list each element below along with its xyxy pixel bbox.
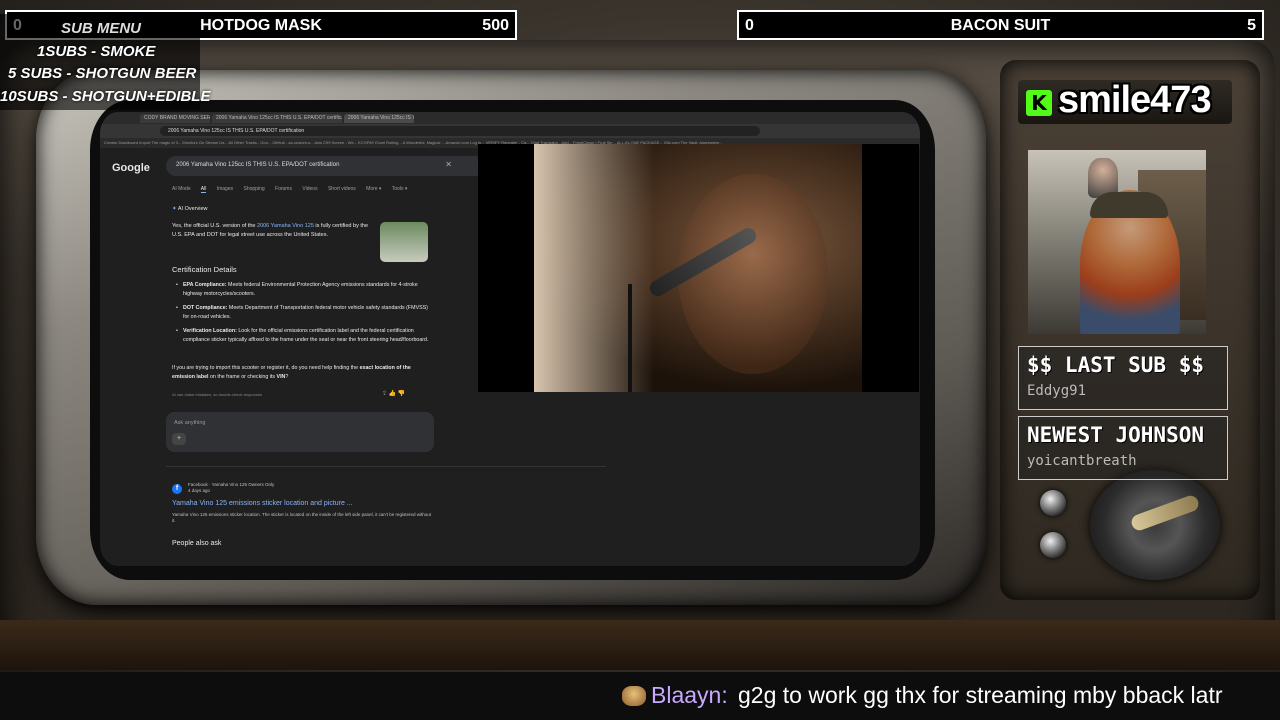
thumbs-up-icon[interactable]: 👍 xyxy=(389,391,396,397)
browser-tab[interactable]: CODY BRAND MOVING SERV... xyxy=(140,114,210,123)
ai-intro-text: Yes, the official U.S. version of the xyxy=(172,223,257,229)
google-logo[interactable]: Google xyxy=(112,162,150,174)
webcam-hat xyxy=(1090,192,1168,218)
tab-videos[interactable]: Videos xyxy=(302,186,317,192)
list-item-label: DOT Compliance: xyxy=(183,305,228,311)
scooter-thumbnail[interactable] xyxy=(380,222,428,262)
chat-username: Blaayn: xyxy=(651,682,728,708)
sub-menu-item: 10SUBS - SHOTGUN+EDIBLE xyxy=(0,88,211,105)
goal-target: 500 xyxy=(482,17,509,34)
address-bar[interactable]: 2006 Yamaha Vino 125cc IS THIS U.S. EPA/… xyxy=(160,126,760,136)
video-light xyxy=(534,144,654,392)
tab-short-videos[interactable]: Short videos xyxy=(328,186,356,192)
ai-overview-heading: ✦ AI Overview xyxy=(172,206,208,212)
sparkle-icon: ✦ xyxy=(172,206,177,212)
browser-tab-bar: CODY BRAND MOVING SERV... 2006 Yamaha Vi… xyxy=(100,112,920,124)
tab-ai-mode[interactable]: AI Mode xyxy=(172,186,191,192)
list-item: Verification Location: Look for the offi… xyxy=(176,327,431,344)
sub-menu-heading: SUB MENU xyxy=(61,20,142,37)
sub-menu-item: 1SUBS - SMOKE xyxy=(37,43,156,60)
tab-images[interactable]: Images xyxy=(217,186,233,192)
list-item-label: EPA Compliance: xyxy=(183,282,227,288)
last-sub-box: $$ LAST SUB $$ Eddyg91 xyxy=(1018,346,1228,410)
ai-followup-text: If you are trying to import this scooter… xyxy=(172,364,432,381)
browser-tab[interactable]: 2006 Yamaha Vino 125cc IS THIS U.S. EPA/… xyxy=(212,114,342,123)
certification-heading: Certification Details xyxy=(172,265,237,274)
mic-cable xyxy=(628,284,632,392)
certification-list: EPA Compliance: Meets federal Environmen… xyxy=(176,281,431,350)
streamer-name: smile473 xyxy=(1058,79,1212,121)
kick-logo-icon: K xyxy=(1026,90,1052,116)
advice-text: ? xyxy=(285,373,289,380)
advice-text: If you are trying to import this scooter… xyxy=(172,365,360,371)
share-icon[interactable]: ⇪ xyxy=(382,391,387,397)
newest-johnson-label: NEWEST JOHNSON xyxy=(1027,423,1205,447)
result-date: 4 days ago xyxy=(188,488,211,493)
advice-text: on the frame or checking its xyxy=(208,373,277,380)
ai-intro-highlight[interactable]: 2006 Yamaha Vino 125 xyxy=(257,223,314,229)
streamer-name-plate: K smile473 xyxy=(1018,79,1232,124)
goal-bar-bacon-suit: 0 BACON SUIT 5 xyxy=(737,10,1264,40)
video-singer xyxy=(678,174,828,374)
tv-knob-icon xyxy=(1040,490,1066,516)
newest-johnson-box: NEWEST JOHNSON yoicantbreath xyxy=(1018,416,1228,480)
newest-johnson-value: yoicantbreath xyxy=(1027,453,1137,469)
ask-anything-box[interactable]: Ask anything + xyxy=(166,412,434,452)
clear-icon[interactable]: ✕ xyxy=(445,160,452,169)
people-also-ask-heading: People also ask xyxy=(172,540,222,547)
ai-disclaimer: AI can make mistakes, so double-check re… xyxy=(172,392,263,397)
divider xyxy=(166,466,606,467)
search-query: 2006 Yamaha Vino 125cc IS THIS U.S. EPA/… xyxy=(176,162,340,168)
list-item: EPA Compliance: Meets federal Environmen… xyxy=(176,281,431,298)
tab-all[interactable]: All xyxy=(200,186,207,193)
sub-menu: SUB MENU 1SUBS - SMOKE 5 SUBS - SHOTGUN … xyxy=(0,14,210,110)
ai-overview-label: AI Overview xyxy=(177,206,208,212)
video-player[interactable] xyxy=(478,144,919,392)
plus-icon[interactable]: + xyxy=(172,433,186,445)
tab-shopping[interactable]: Shopping xyxy=(244,186,265,192)
table-surface xyxy=(0,620,1280,670)
goal-target: 5 xyxy=(1247,17,1256,34)
facebook-icon: f xyxy=(172,484,182,494)
last-sub-label: $$ LAST SUB $$ xyxy=(1027,353,1205,377)
tab-more[interactable]: More ▾ xyxy=(366,186,381,192)
webcam-feed xyxy=(1028,150,1206,334)
list-item: DOT Compliance: Meets Department of Tran… xyxy=(176,304,431,321)
chat-message: g2g to work gg thx for streaming mby bba… xyxy=(738,682,1223,708)
stream-overlay: CODY BRAND MOVING SERV... 2006 Yamaha Vi… xyxy=(0,0,1280,720)
result-source: Facebook · Yamaha Vino 125 Owners Only 4… xyxy=(188,482,274,494)
ask-anything-placeholder: Ask anything xyxy=(174,420,206,426)
tv-knob-icon xyxy=(1040,532,1066,558)
burger-emote-icon xyxy=(622,686,646,706)
list-item-label: Verification Location: xyxy=(183,328,237,334)
goal-title: BACON SUIT xyxy=(950,17,1051,34)
ai-overview-intro: Yes, the official U.S. version of the 20… xyxy=(172,222,377,240)
tab-forums[interactable]: Forums xyxy=(275,186,292,192)
result-snippet: Yamaha Vino 125 emissions sticker locati… xyxy=(172,512,432,523)
tab-tools[interactable]: Tools ▾ xyxy=(392,186,408,192)
feedback-icons: ⇪ 👍 👎 xyxy=(382,390,405,397)
browser-tab-active[interactable]: 2006 Yamaha Vino 125cc IS T xyxy=(344,114,414,123)
thumbs-down-icon[interactable]: 👎 xyxy=(398,391,405,397)
search-input[interactable]: 2006 Yamaha Vino 125cc IS THIS U.S. EPA/… xyxy=(166,156,486,176)
sub-menu-item: 5 SUBS - SHOTGUN BEER xyxy=(8,65,197,82)
result-link[interactable]: Yamaha Vino 125 emissions sticker locati… xyxy=(172,500,353,507)
last-sub-value: Eddyg91 xyxy=(1027,383,1087,399)
search-tabs: AI Mode All Images Shopping Forums Video… xyxy=(172,186,416,193)
